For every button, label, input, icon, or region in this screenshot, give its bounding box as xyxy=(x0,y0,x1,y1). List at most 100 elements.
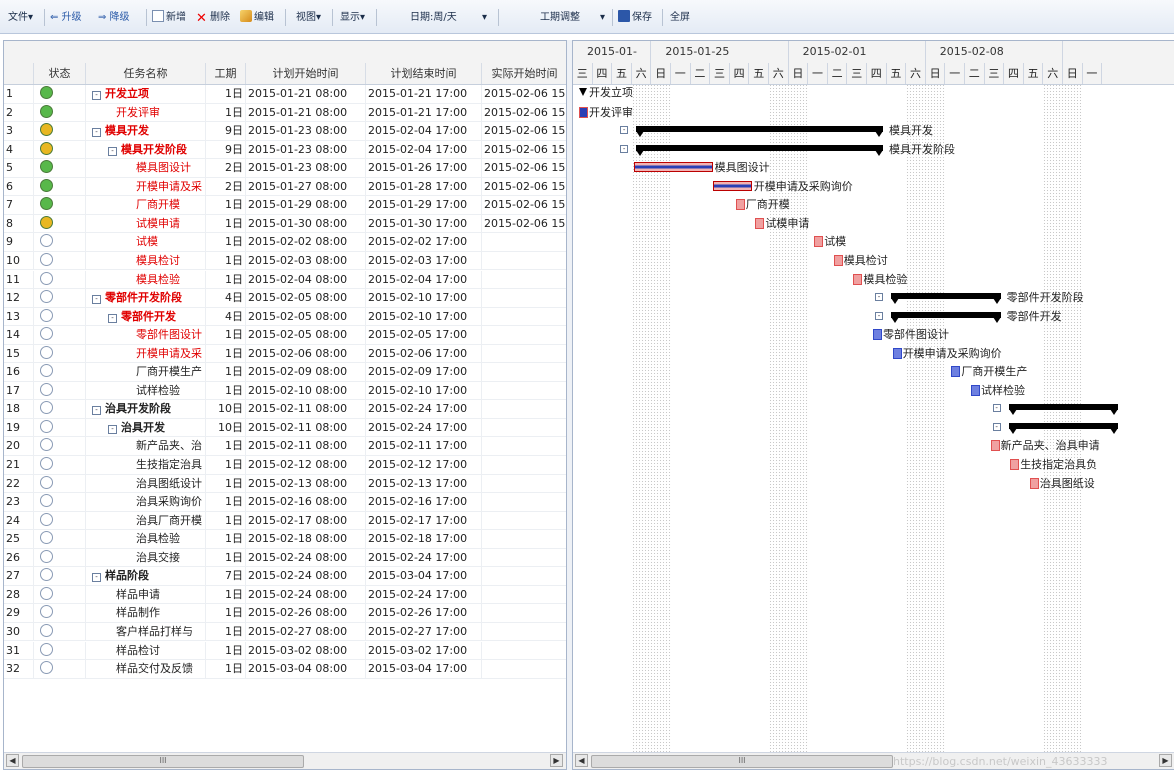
task-bar[interactable] xyxy=(755,217,765,229)
table-row[interactable]: 12- 零部件开发阶段 4日 2015-02-05 08:00 2015-02-10 1… xyxy=(4,289,566,308)
task-name[interactable]: 开发立项 xyxy=(105,87,149,100)
task-name[interactable]: 客户样品打样与 xyxy=(116,625,193,638)
save-button[interactable]: 保存 xyxy=(618,10,652,26)
delete-button[interactable]: ✕ 删除 xyxy=(196,10,230,26)
column-header[interactable]: 工期 xyxy=(206,63,246,84)
task-bar[interactable] xyxy=(735,199,745,211)
task-bar[interactable] xyxy=(951,366,961,378)
task-name[interactable]: 开模申请及采 xyxy=(136,347,202,360)
task-name[interactable]: 厂商开模生产 xyxy=(136,365,202,378)
table-row[interactable]: 24 治具厂商开模 1日 2015-02-17 08:00 2015-02-17 17:… xyxy=(4,511,566,531)
downgrade-button[interactable]: ⇒ 降级 xyxy=(98,10,130,26)
table-row[interactable]: 2 开发评审 1日 2015-01-21 08:00 2015-01-21 17:00 2… xyxy=(4,103,566,123)
task-bar[interactable] xyxy=(1010,459,1020,470)
summary-bar[interactable] xyxy=(636,126,883,133)
grid-hscrollbar[interactable]: ◀ III ▶ xyxy=(4,752,566,769)
task-bar[interactable] xyxy=(990,440,1000,452)
table-row[interactable]: 30 客户样品打样与 1日 2015-02-27 08:00 2015-02-27 17… xyxy=(4,622,566,642)
gantt-collapse-icon[interactable]: - xyxy=(992,404,1001,413)
table-row[interactable]: 18- 治具开发阶段 10日 2015-02-11 08:00 2015-02-24 1… xyxy=(4,400,566,419)
summary-bar[interactable] xyxy=(1008,404,1119,411)
task-name[interactable]: 模具图设计 xyxy=(136,161,191,174)
table-row[interactable]: 21 生技指定治具 1日 2015-02-12 08:00 2015-02-12 17:… xyxy=(4,456,566,475)
task-name[interactable]: 治具交接 xyxy=(136,551,180,564)
duration-adjust-select[interactable]: 工期调整 xyxy=(540,10,580,26)
milestone-marker[interactable] xyxy=(579,88,587,96)
column-header[interactable]: 任务名称 xyxy=(86,63,206,84)
date-scale-select[interactable]: 日期:周/天 xyxy=(410,10,457,26)
table-row[interactable]: 23 治具采购询价 1日 2015-02-16 08:00 2015-02-16 17:… xyxy=(4,493,566,512)
fullscreen-button[interactable]: 全屏 xyxy=(670,10,690,26)
task-name[interactable]: 样品交付及反馈 xyxy=(116,662,193,675)
display-menu[interactable]: 显示▾ xyxy=(340,10,365,26)
collapse-toggle-icon[interactable]: - xyxy=(108,146,117,156)
task-name[interactable]: 零部件开发阶段 xyxy=(105,291,182,304)
task-name[interactable]: 治具采购询价 xyxy=(136,495,202,508)
task-name[interactable]: 样品申请 xyxy=(116,588,160,601)
task-name[interactable]: 样品制作 xyxy=(116,606,160,619)
collapse-toggle-icon[interactable]: - xyxy=(92,406,101,416)
table-row[interactable]: 8 试模申请 1日 2015-01-30 08:00 2015-01-30 17:00 2… xyxy=(4,214,566,234)
table-row[interactable]: 13- 零部件开发 4日 2015-02-05 08:00 2015-02-10 17:… xyxy=(4,307,566,327)
table-row[interactable]: 14 零部件图设计 1日 2015-02-05 08:00 2015-02-05 17:… xyxy=(4,326,566,345)
table-row[interactable]: 16 厂商开模生产 1日 2015-02-09 08:00 2015-02-09 17:… xyxy=(4,363,566,382)
task-name[interactable]: 治具检验 xyxy=(136,532,180,545)
duration-adjust-dropdown[interactable]: ▾ xyxy=(600,10,605,26)
table-row[interactable]: 28 样品申请 1日 2015-02-24 08:00 2015-02-24 17:00 xyxy=(4,585,566,605)
task-name[interactable]: 零部件开发 xyxy=(121,310,176,323)
table-row[interactable]: 31 样品检讨 1日 2015-03-02 08:00 2015-03-02 17:00 xyxy=(4,641,566,661)
column-header[interactable] xyxy=(4,63,34,84)
summary-bar[interactable] xyxy=(891,311,1001,318)
view-menu[interactable]: 视图▾ xyxy=(296,10,321,26)
task-name[interactable]: 试模 xyxy=(136,235,158,248)
table-row[interactable]: 10 模具检讨 1日 2015-02-03 08:00 2015-02-03 17:00 xyxy=(4,251,566,271)
file-menu[interactable]: 文件▾ xyxy=(8,10,33,26)
task-bar[interactable] xyxy=(579,106,588,118)
upgrade-button[interactable]: ⇐ 升级 xyxy=(50,10,82,26)
table-row[interactable]: 27- 样品阶段 7日 2015-02-24 08:00 2015-03-04 17:0… xyxy=(4,567,566,586)
date-scale-dropdown[interactable]: ▾ xyxy=(482,10,487,26)
task-name[interactable]: 新产品夹、治 xyxy=(136,439,202,452)
task-name[interactable]: 模具检验 xyxy=(136,273,180,286)
task-name[interactable]: 样品阶段 xyxy=(105,569,149,582)
gantt-scroll-right-icon[interactable]: ▶ xyxy=(1159,754,1172,767)
table-row[interactable]: 1- 开发立项 1日 2015-01-21 08:00 2015-01-21 17:00… xyxy=(4,85,566,104)
column-header[interactable]: 计划结束时间 xyxy=(366,63,482,84)
task-bar[interactable] xyxy=(712,180,752,191)
task-name[interactable]: 治具开发 xyxy=(121,421,165,434)
task-bar[interactable] xyxy=(634,162,713,173)
task-bar[interactable] xyxy=(1029,477,1039,489)
task-name[interactable]: 治具图纸设计 xyxy=(136,477,202,490)
table-row[interactable]: 25 治具检验 1日 2015-02-18 08:00 2015-02-18 17:00 xyxy=(4,530,566,549)
table-row[interactable]: 15 开模申请及采 1日 2015-02-06 08:00 2015-02-06 17:… xyxy=(4,344,566,364)
task-bar[interactable] xyxy=(814,236,824,248)
table-row[interactable]: 17 试样检验 1日 2015-02-10 08:00 2015-02-10 17:00 xyxy=(4,381,566,401)
column-header[interactable]: 实际开始时间 xyxy=(482,63,566,84)
table-row[interactable]: 7 厂商开模 1日 2015-01-29 08:00 2015-01-29 17:00 2… xyxy=(4,196,566,215)
task-name[interactable]: 厂商开模 xyxy=(136,198,180,211)
scroll-left-icon[interactable]: ◀ xyxy=(6,754,19,767)
gantt-collapse-icon[interactable]: - xyxy=(620,144,629,153)
task-name[interactable]: 模具开发 xyxy=(105,124,149,137)
gantt-scroll-thumb[interactable]: III xyxy=(591,755,893,768)
gantt-collapse-icon[interactable]: - xyxy=(875,293,883,302)
summary-bar[interactable] xyxy=(1008,422,1119,429)
task-name[interactable]: 治具开发阶段 xyxy=(105,402,171,415)
gantt-collapse-icon[interactable]: - xyxy=(620,126,629,135)
table-row[interactable]: 11 模具检验 1日 2015-02-04 08:00 2015-02-04 17:00 xyxy=(4,270,566,290)
task-name[interactable]: 生技指定治具 xyxy=(136,458,202,471)
task-name[interactable]: 零部件图设计 xyxy=(136,328,202,341)
task-bar[interactable] xyxy=(833,254,843,266)
summary-bar[interactable] xyxy=(891,293,1001,300)
task-name[interactable]: 模具检讨 xyxy=(136,254,180,267)
task-name[interactable]: 试样检验 xyxy=(136,384,180,397)
edit-button[interactable]: 编辑 xyxy=(240,10,274,26)
task-bar[interactable] xyxy=(873,329,882,341)
task-name[interactable]: 模具开发阶段 xyxy=(121,143,187,156)
table-row[interactable]: 26 治具交接 1日 2015-02-24 08:00 2015-02-24 17:00 xyxy=(4,548,566,568)
scroll-right-icon[interactable]: ▶ xyxy=(550,754,563,767)
collapse-toggle-icon[interactable]: - xyxy=(92,295,101,305)
table-row[interactable]: 3- 模具开发 9日 2015-01-23 08:00 2015-02-04 17:00… xyxy=(4,122,566,141)
gantt-scroll-left-icon[interactable]: ◀ xyxy=(575,754,588,767)
summary-bar[interactable] xyxy=(636,144,883,151)
